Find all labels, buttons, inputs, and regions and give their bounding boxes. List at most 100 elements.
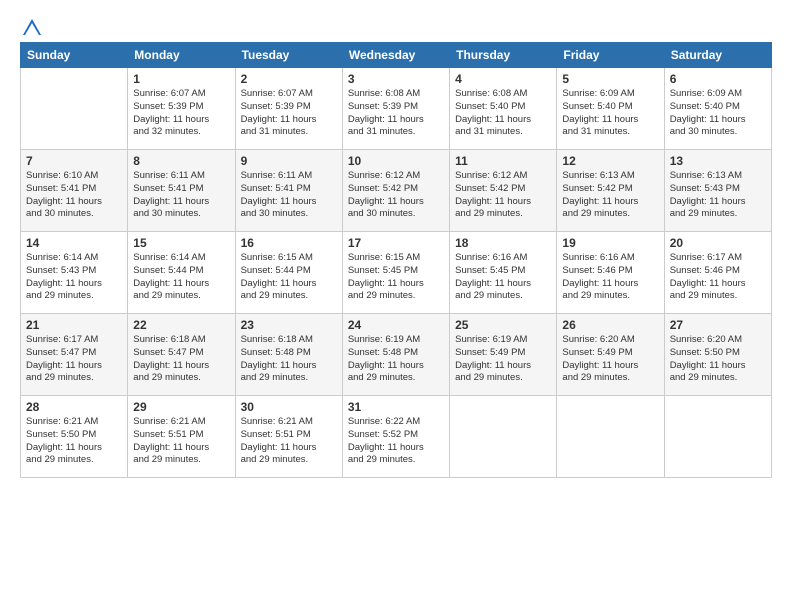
day-info: Sunrise: 6:08 AMSunset: 5:39 PMDaylight:…	[348, 88, 444, 139]
table-row: 7 Sunrise: 6:10 AMSunset: 5:41 PMDaylight…	[21, 150, 128, 232]
header-monday: Monday	[128, 43, 235, 68]
day-info: Sunrise: 6:11 AMSunset: 5:41 PMDaylight:…	[241, 170, 337, 221]
day-number: 16	[241, 236, 337, 250]
table-row: 20 Sunrise: 6:17 AMSunset: 5:46 PMDayligh…	[664, 232, 771, 314]
day-info: Sunrise: 6:09 AMSunset: 5:40 PMDaylight:…	[562, 88, 658, 139]
day-number: 18	[455, 236, 551, 250]
table-row: 31 Sunrise: 6:22 AMSunset: 5:52 PMDayligh…	[342, 396, 449, 478]
day-info: Sunrise: 6:07 AMSunset: 5:39 PMDaylight:…	[133, 88, 229, 139]
table-row	[664, 396, 771, 478]
day-number: 9	[241, 154, 337, 168]
day-number: 22	[133, 318, 229, 332]
header-saturday: Saturday	[664, 43, 771, 68]
day-number: 2	[241, 72, 337, 86]
table-row: 3 Sunrise: 6:08 AMSunset: 5:39 PMDaylight…	[342, 68, 449, 150]
day-info: Sunrise: 6:18 AMSunset: 5:48 PMDaylight:…	[241, 334, 337, 385]
day-number: 5	[562, 72, 658, 86]
day-info: Sunrise: 6:20 AMSunset: 5:50 PMDaylight:…	[670, 334, 766, 385]
table-row: 1 Sunrise: 6:07 AMSunset: 5:39 PMDaylight…	[128, 68, 235, 150]
day-info: Sunrise: 6:19 AMSunset: 5:48 PMDaylight:…	[348, 334, 444, 385]
day-info: Sunrise: 6:17 AMSunset: 5:47 PMDaylight:…	[26, 334, 122, 385]
day-number: 30	[241, 400, 337, 414]
day-info: Sunrise: 6:16 AMSunset: 5:45 PMDaylight:…	[455, 252, 551, 303]
day-number: 29	[133, 400, 229, 414]
day-number: 10	[348, 154, 444, 168]
day-number: 28	[26, 400, 122, 414]
table-row: 13 Sunrise: 6:13 AMSunset: 5:43 PMDayligh…	[664, 150, 771, 232]
table-row: 18 Sunrise: 6:16 AMSunset: 5:45 PMDayligh…	[450, 232, 557, 314]
day-number: 19	[562, 236, 658, 250]
header	[20, 18, 772, 36]
day-info: Sunrise: 6:21 AMSunset: 5:50 PMDaylight:…	[26, 416, 122, 467]
table-row: 5 Sunrise: 6:09 AMSunset: 5:40 PMDaylight…	[557, 68, 664, 150]
day-info: Sunrise: 6:15 AMSunset: 5:45 PMDaylight:…	[348, 252, 444, 303]
day-number: 6	[670, 72, 766, 86]
table-row: 22 Sunrise: 6:18 AMSunset: 5:47 PMDayligh…	[128, 314, 235, 396]
day-number: 31	[348, 400, 444, 414]
day-number: 21	[26, 318, 122, 332]
day-number: 7	[26, 154, 122, 168]
day-number: 1	[133, 72, 229, 86]
logo	[20, 18, 42, 36]
table-row	[21, 68, 128, 150]
day-info: Sunrise: 6:13 AMSunset: 5:43 PMDaylight:…	[670, 170, 766, 221]
day-info: Sunrise: 6:21 AMSunset: 5:51 PMDaylight:…	[133, 416, 229, 467]
table-row: 19 Sunrise: 6:16 AMSunset: 5:46 PMDayligh…	[557, 232, 664, 314]
day-info: Sunrise: 6:10 AMSunset: 5:41 PMDaylight:…	[26, 170, 122, 221]
day-number: 11	[455, 154, 551, 168]
table-row: 23 Sunrise: 6:18 AMSunset: 5:48 PMDayligh…	[235, 314, 342, 396]
day-number: 4	[455, 72, 551, 86]
table-row: 25Sunrise: 6:19 AMSunset: 5:49 PMDayligh…	[450, 314, 557, 396]
logo-icon	[22, 18, 42, 36]
day-number: 25	[455, 318, 551, 332]
header-thursday: Thursday	[450, 43, 557, 68]
day-number: 20	[670, 236, 766, 250]
day-number: 26	[562, 318, 658, 332]
day-number: 12	[562, 154, 658, 168]
day-info: Sunrise: 6:12 AMSunset: 5:42 PMDaylight:…	[455, 170, 551, 221]
table-row: 9 Sunrise: 6:11 AMSunset: 5:41 PMDaylight…	[235, 150, 342, 232]
day-number: 27	[670, 318, 766, 332]
day-info: Sunrise: 6:20 AMSunset: 5:49 PMDaylight:…	[562, 334, 658, 385]
day-info: Sunrise: 6:08 AMSunset: 5:40 PMDaylight:…	[455, 88, 551, 139]
table-row: 28 Sunrise: 6:21 AMSunset: 5:50 PMDayligh…	[21, 396, 128, 478]
table-row: 30Sunrise: 6:21 AMSunset: 5:51 PMDayligh…	[235, 396, 342, 478]
table-row: 2 Sunrise: 6:07 AMSunset: 5:39 PMDaylight…	[235, 68, 342, 150]
day-number: 3	[348, 72, 444, 86]
day-number: 23	[241, 318, 337, 332]
day-number: 15	[133, 236, 229, 250]
table-row: 27 Sunrise: 6:20 AMSunset: 5:50 PMDayligh…	[664, 314, 771, 396]
calendar-table: Sunday Monday Tuesday Wednesday Thursday…	[20, 42, 772, 478]
day-info: Sunrise: 6:14 AMSunset: 5:43 PMDaylight:…	[26, 252, 122, 303]
day-info: Sunrise: 6:16 AMSunset: 5:46 PMDaylight:…	[562, 252, 658, 303]
day-number: 14	[26, 236, 122, 250]
table-row: 8Sunrise: 6:11 AMSunset: 5:41 PMDaylight…	[128, 150, 235, 232]
table-row	[450, 396, 557, 478]
table-row: 11 Sunrise: 6:12 AMSunset: 5:42 PMDayligh…	[450, 150, 557, 232]
day-info: Sunrise: 6:07 AMSunset: 5:39 PMDaylight:…	[241, 88, 337, 139]
calendar-header-row: Sunday Monday Tuesday Wednesday Thursday…	[21, 43, 772, 68]
day-number: 17	[348, 236, 444, 250]
table-row: 29 Sunrise: 6:21 AMSunset: 5:51 PMDayligh…	[128, 396, 235, 478]
table-row: 14 Sunrise: 6:14 AMSunset: 5:43 PMDayligh…	[21, 232, 128, 314]
table-row: 15 Sunrise: 6:14 AMSunset: 5:44 PMDayligh…	[128, 232, 235, 314]
table-row: 16 Sunrise: 6:15 AMSunset: 5:44 PMDayligh…	[235, 232, 342, 314]
header-friday: Friday	[557, 43, 664, 68]
day-number: 13	[670, 154, 766, 168]
table-row: 21 Sunrise: 6:17 AMSunset: 5:47 PMDayligh…	[21, 314, 128, 396]
table-row: 12Sunrise: 6:13 AMSunset: 5:42 PMDayligh…	[557, 150, 664, 232]
day-info: Sunrise: 6:09 AMSunset: 5:40 PMDaylight:…	[670, 88, 766, 139]
table-row: 26 Sunrise: 6:20 AMSunset: 5:49 PMDayligh…	[557, 314, 664, 396]
day-info: Sunrise: 6:12 AMSunset: 5:42 PMDaylight:…	[348, 170, 444, 221]
day-info: Sunrise: 6:14 AMSunset: 5:44 PMDaylight:…	[133, 252, 229, 303]
page: Sunday Monday Tuesday Wednesday Thursday…	[0, 0, 792, 612]
day-info: Sunrise: 6:22 AMSunset: 5:52 PMDaylight:…	[348, 416, 444, 467]
table-row: 4 Sunrise: 6:08 AMSunset: 5:40 PMDaylight…	[450, 68, 557, 150]
table-row	[557, 396, 664, 478]
day-info: Sunrise: 6:17 AMSunset: 5:46 PMDaylight:…	[670, 252, 766, 303]
day-number: 8	[133, 154, 229, 168]
table-row: 17 Sunrise: 6:15 AMSunset: 5:45 PMDayligh…	[342, 232, 449, 314]
day-info: Sunrise: 6:15 AMSunset: 5:44 PMDaylight:…	[241, 252, 337, 303]
day-info: Sunrise: 6:18 AMSunset: 5:47 PMDaylight:…	[133, 334, 229, 385]
header-tuesday: Tuesday	[235, 43, 342, 68]
